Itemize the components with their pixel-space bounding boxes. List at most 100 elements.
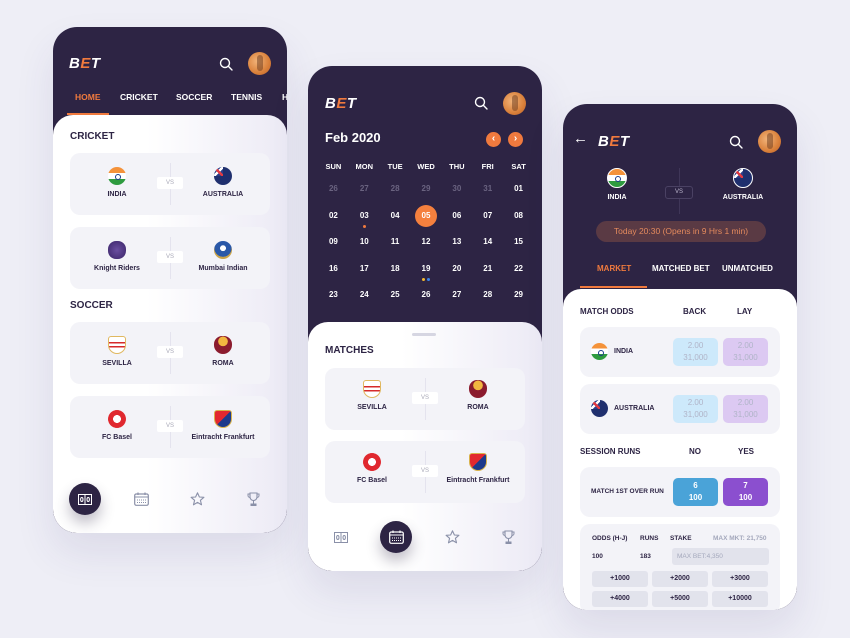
tab-soccer[interactable]: SOCCER xyxy=(176,92,212,102)
next-month-button[interactable]: › xyxy=(508,132,523,147)
day-number: 19 xyxy=(421,263,431,273)
yes-button[interactable]: 7 100 xyxy=(723,478,768,506)
nav-leaderboard[interactable] xyxy=(237,483,269,515)
search-icon[interactable] xyxy=(219,57,233,71)
stake-chip[interactable]: +5000 xyxy=(652,591,708,607)
calendar-day[interactable]: 28 xyxy=(380,182,411,209)
calendar-icon xyxy=(133,492,149,506)
calendar-day-selected[interactable]: 05 xyxy=(411,204,442,236)
india-flag-icon xyxy=(607,168,627,188)
calendar-day[interactable]: 08 xyxy=(503,209,534,236)
calendar-day[interactable]: 04 xyxy=(380,209,411,236)
calendar-day[interactable]: 11 xyxy=(380,235,411,262)
home-screen: BET HOME CRICKET SOCCER TENNIS H CRICKET… xyxy=(53,27,287,533)
calendar-day[interactable]: 19 xyxy=(411,262,442,289)
tab-unmatched[interactable]: UNMATCHED xyxy=(722,264,773,273)
match-card[interactable]: SEVILLA VS ROMA xyxy=(70,322,270,384)
back-odds-button[interactable]: 2.00 31,000 xyxy=(673,338,718,366)
calendar-day[interactable]: 26 xyxy=(318,182,349,209)
nav-scoreboard[interactable] xyxy=(69,483,101,515)
calendar-day[interactable]: 03 xyxy=(349,209,380,236)
calendar-day[interactable]: 29 xyxy=(503,288,534,315)
back-odds-button[interactable]: 2.00 31,000 xyxy=(673,395,718,423)
day-number: 26 xyxy=(421,290,431,299)
basel-crest-icon xyxy=(469,453,487,471)
calendar-day[interactable]: 27 xyxy=(349,182,380,209)
day-number: 03 xyxy=(359,210,369,220)
tab-tennis[interactable]: TENNIS xyxy=(231,92,262,102)
avatar[interactable] xyxy=(248,52,271,75)
match-card[interactable]: FC Basel VS Eintracht Frankfurt xyxy=(325,441,525,503)
calendar-day[interactable]: 16 xyxy=(318,262,349,289)
nav-favorites[interactable] xyxy=(436,521,468,553)
team-name: INDIA xyxy=(614,348,634,355)
tab-market[interactable]: MARKET xyxy=(597,264,631,273)
nav-calendar[interactable] xyxy=(380,521,412,553)
calendar-day[interactable]: 01 xyxy=(503,182,534,209)
stake-chip[interactable]: +2000 xyxy=(652,571,708,587)
bet-logo[interactable]: BET xyxy=(598,133,630,150)
calendar-day[interactable]: 23 xyxy=(318,288,349,315)
match-card[interactable]: INDIA VS AUSTRALIA xyxy=(70,153,270,215)
calendar-day[interactable]: 22 xyxy=(503,262,534,289)
calendar-day[interactable]: 15 xyxy=(503,235,534,262)
bet-logo[interactable]: BET xyxy=(325,95,357,112)
team-home: Knight Riders xyxy=(72,241,162,272)
calendar-day[interactable]: 26 xyxy=(411,288,442,315)
tab-more[interactable]: H xyxy=(282,92,287,102)
calendar-day[interactable]: 30 xyxy=(441,182,472,209)
search-icon[interactable] xyxy=(729,135,743,149)
lay-odds-button[interactable]: 2.00 31,000 xyxy=(723,338,768,366)
stake-chip[interactable]: +10000 xyxy=(712,591,768,607)
search-icon[interactable] xyxy=(474,96,488,110)
tab-cricket[interactable]: CRICKET xyxy=(120,92,158,102)
match-card[interactable]: SEVILLA VS ROMA xyxy=(325,368,525,430)
calendar-day[interactable]: 06 xyxy=(441,209,472,236)
calendar-day[interactable]: 20 xyxy=(441,262,472,289)
avatar[interactable] xyxy=(758,130,781,153)
match-card[interactable]: Knight Riders VS Mumbai Indian xyxy=(70,227,270,289)
calendar-day[interactable]: 13 xyxy=(441,235,472,262)
calendar-day[interactable]: 25 xyxy=(380,288,411,315)
event-dot xyxy=(362,224,366,228)
calendar-day[interactable]: 21 xyxy=(472,262,503,289)
stake-input[interactable]: MAX BET:4,350 xyxy=(672,548,769,565)
drag-handle[interactable] xyxy=(412,333,436,336)
calendar-day[interactable]: 14 xyxy=(472,235,503,262)
calendar-day[interactable]: 02 xyxy=(318,209,349,236)
nav-scoreboard[interactable] xyxy=(325,521,357,553)
nav-favorites[interactable] xyxy=(181,483,213,515)
vs-badge: VS xyxy=(665,186,693,199)
calendar-day[interactable]: 18 xyxy=(380,262,411,289)
calendar-day[interactable]: 17 xyxy=(349,262,380,289)
roma-crest-icon xyxy=(469,380,487,398)
stake-chip[interactable]: +1000 xyxy=(592,571,648,587)
lay-odds-button[interactable]: 2.00 31,000 xyxy=(723,395,768,423)
calendar-day[interactable]: 28 xyxy=(472,288,503,315)
back-arrow-icon[interactable]: ← xyxy=(573,131,588,146)
calendar-day[interactable]: 31 xyxy=(472,182,503,209)
bet-logo[interactable]: BET xyxy=(69,55,101,72)
stake-chip[interactable]: +4000 xyxy=(592,591,648,607)
team-away: Eintracht Frankfurt xyxy=(433,453,523,484)
day-number: 27 xyxy=(452,290,462,299)
no-button[interactable]: 6 100 xyxy=(673,478,718,506)
sevilla-crest-icon xyxy=(363,380,381,398)
prev-month-button[interactable]: ‹ xyxy=(486,132,501,147)
nav-calendar[interactable] xyxy=(125,483,157,515)
day-number: 11 xyxy=(390,237,400,246)
match-card[interactable]: FC Basel VS Eintracht Frankfurt xyxy=(70,396,270,458)
calendar-day[interactable]: 09 xyxy=(318,235,349,262)
calendar-day[interactable]: 24 xyxy=(349,288,380,315)
calendar-day[interactable]: 10 xyxy=(349,235,380,262)
calendar-day[interactable]: 27 xyxy=(441,288,472,315)
calendar-day[interactable]: 12 xyxy=(411,235,442,262)
calendar-day[interactable]: 07 xyxy=(472,209,503,236)
stake-chip[interactable]: +3000 xyxy=(712,571,768,587)
tab-home[interactable]: HOME xyxy=(67,92,108,115)
nav-leaderboard[interactable] xyxy=(492,521,524,553)
weekday-label: TUE xyxy=(387,162,403,171)
avatar[interactable] xyxy=(503,92,526,115)
tab-matched-bet[interactable]: MATCHED BET xyxy=(652,264,710,273)
knight-riders-crest-icon xyxy=(108,241,126,259)
